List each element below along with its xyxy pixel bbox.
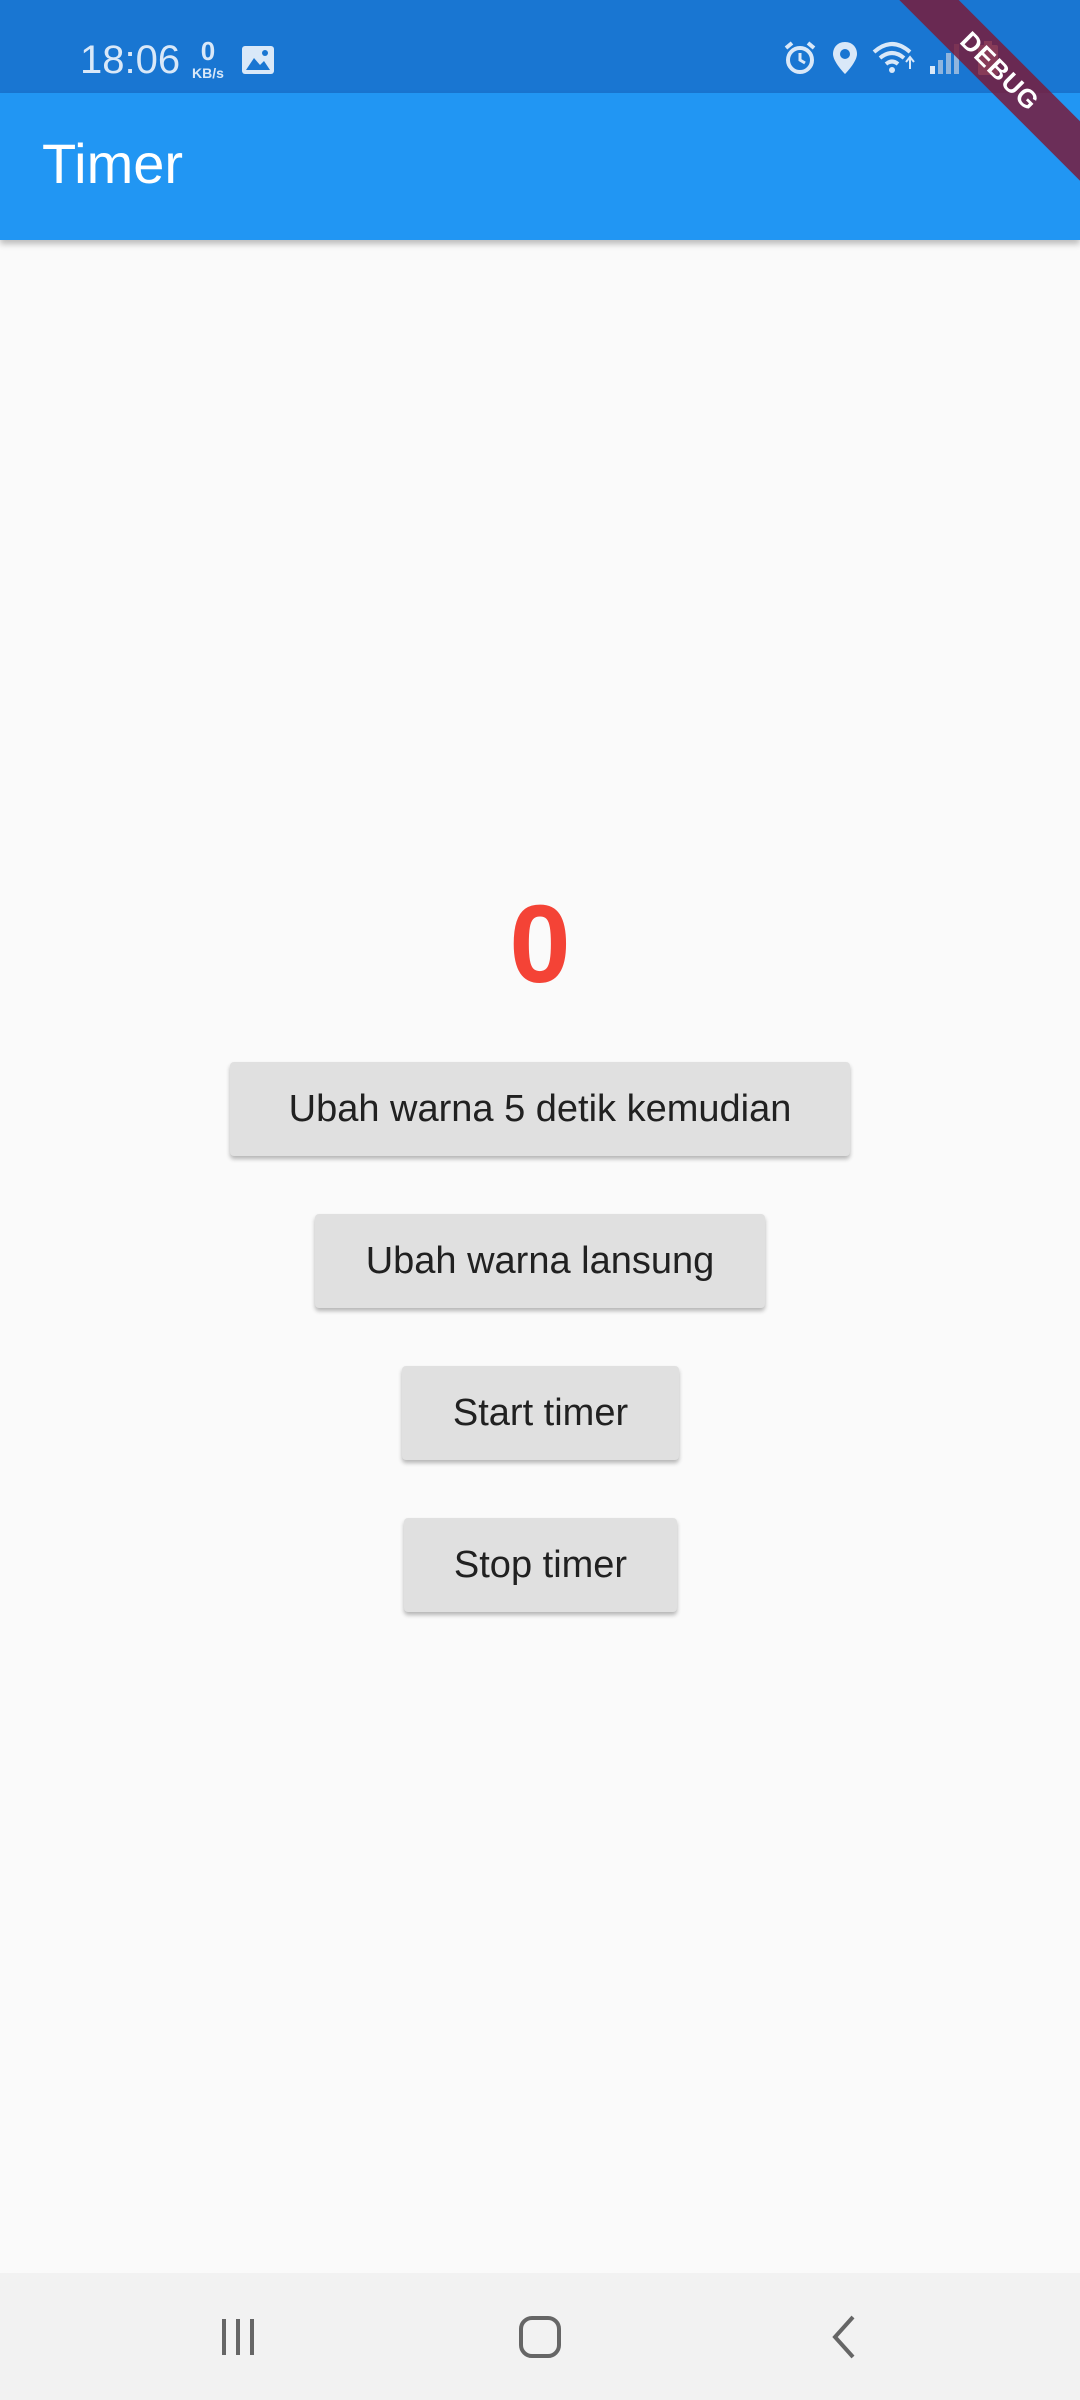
- app-bar: Timer: [0, 93, 1080, 240]
- stop-timer-button[interactable]: Stop timer: [404, 1518, 677, 1612]
- page-title: Timer: [42, 132, 184, 195]
- screen: 18:06 0 KB/s DEBUG Timer 0 Ubah warna 5 …: [0, 0, 1080, 2400]
- recent-apps-icon[interactable]: [210, 2311, 270, 2363]
- status-bar: 18:06 0 KB/s: [0, 0, 1080, 93]
- network-speed-value: 0: [200, 36, 216, 66]
- network-speed-unit: KB/s: [192, 65, 224, 81]
- status-time: 18:06: [80, 38, 181, 82]
- start-timer-button[interactable]: Start timer: [402, 1366, 679, 1460]
- wifi-icon: [872, 42, 915, 73]
- alarm-icon: [784, 41, 816, 74]
- home-icon[interactable]: [511, 2311, 571, 2363]
- back-icon[interactable]: [815, 2311, 875, 2363]
- signal-icon: [930, 44, 959, 74]
- network-speed: 0 KB/s: [188, 38, 228, 80]
- navigation-bar: [0, 2273, 1080, 2400]
- battery-icon: [978, 41, 998, 75]
- change-color-direct-button[interactable]: Ubah warna lansung: [315, 1214, 765, 1308]
- status-icons: [782, 40, 1000, 76]
- location-icon: [833, 42, 857, 74]
- timer-counter: 0: [509, 883, 571, 1006]
- change-color-delayed-button[interactable]: Ubah warna 5 detik kemudian: [230, 1062, 850, 1156]
- gallery-icon: [242, 46, 274, 74]
